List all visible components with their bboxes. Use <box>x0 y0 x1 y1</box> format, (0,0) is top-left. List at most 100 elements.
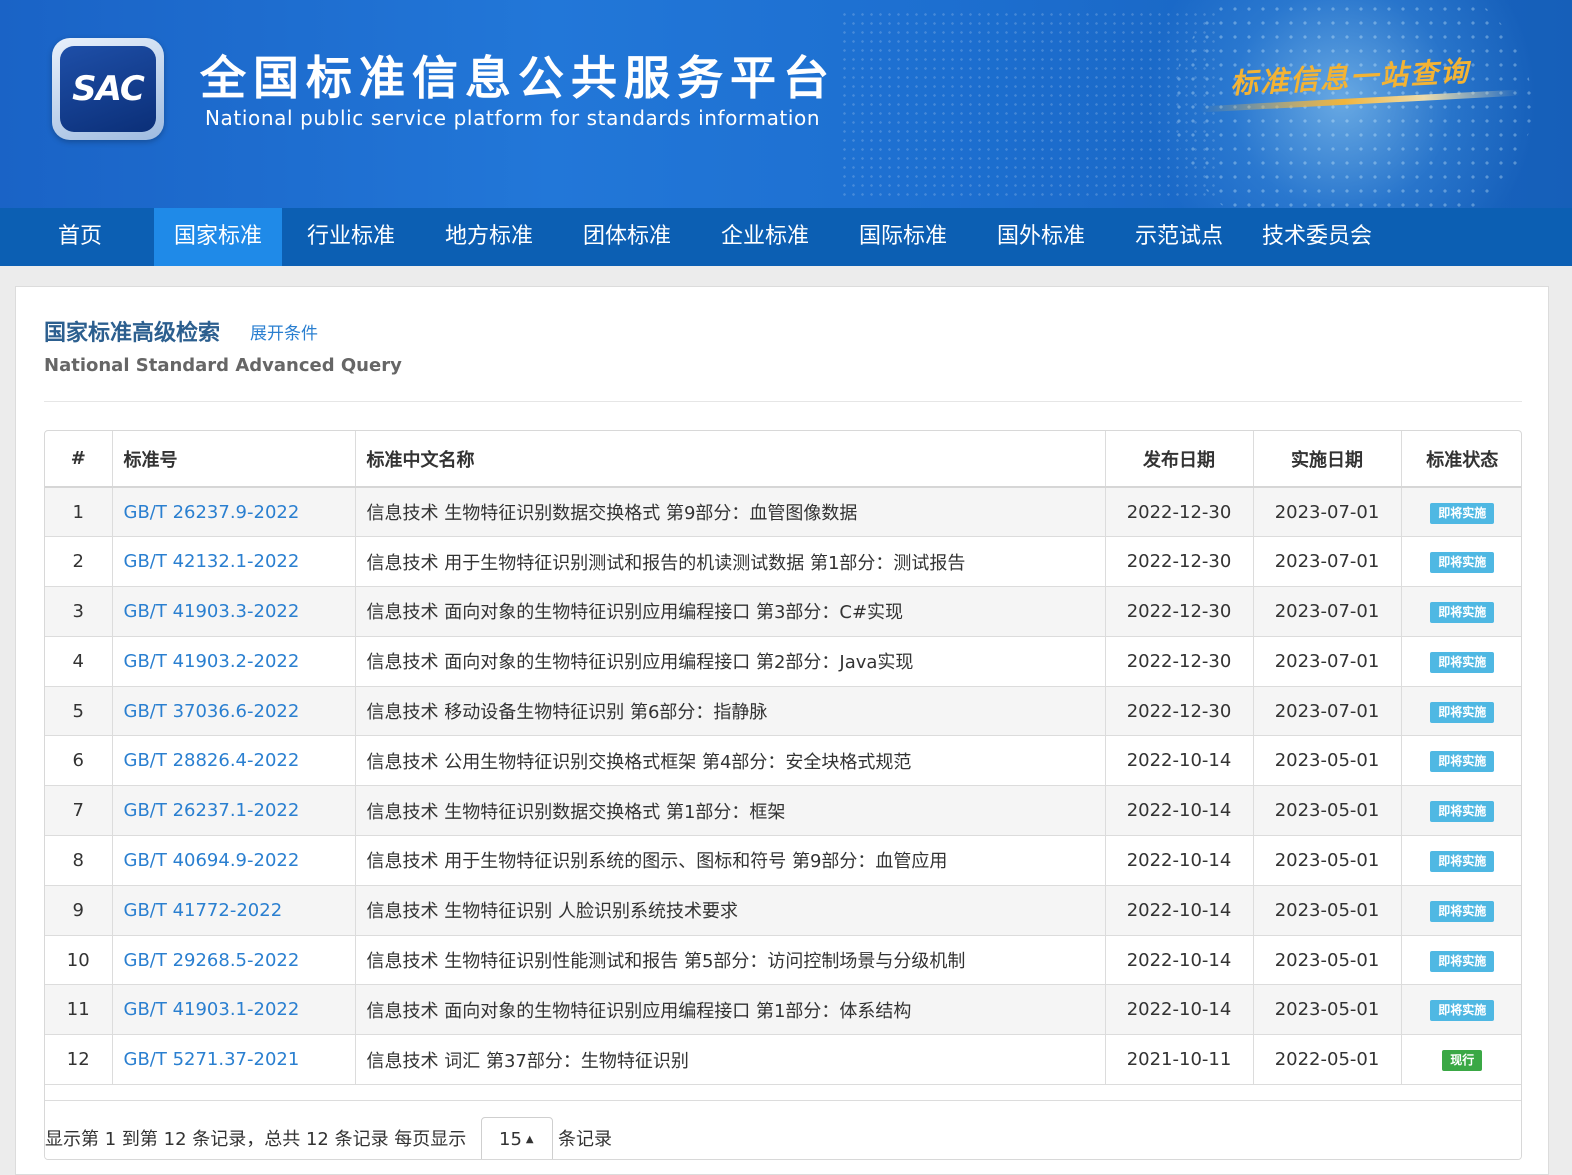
status-badge: 即将实施 <box>1430 651 1495 673</box>
row-index: 9 <box>45 885 113 936</box>
standard-code-link[interactable]: GB/T 40694.9-2022 <box>124 850 300 871</box>
row-name: 信息技术 词汇 第37部分：生物特征识别 <box>355 1034 1106 1086</box>
row-status-cell: 即将实施 <box>1401 487 1521 538</box>
page-title: 国家标准高级检索 <box>44 321 221 346</box>
logo-text: SAC <box>72 69 145 109</box>
nav-item-national-standards[interactable]: 国家标准 <box>154 208 282 266</box>
row-status-cell: 即将实施 <box>1401 885 1521 936</box>
row-implement-date: 2023-05-01 <box>1253 885 1402 936</box>
row-status-cell: 即将实施 <box>1401 735 1521 787</box>
row-index: 8 <box>45 835 113 886</box>
nav-item-group-standards[interactable]: 团体标准 <box>558 208 696 266</box>
standard-code-link[interactable]: GB/T 26237.1-2022 <box>124 800 300 821</box>
row-publish-date: 2022-10-14 <box>1105 935 1254 986</box>
col-header-publish-date[interactable]: 发布日期 <box>1105 431 1254 488</box>
content-panel: 国家标准高级检索 展开条件 National Standard Advanced… <box>15 286 1549 1175</box>
row-index: 2 <box>45 536 113 588</box>
table-row: 7 GB/T 26237.1-2022 信息技术 生物特征识别数据交换格式 第1部分… <box>45 785 1521 837</box>
row-code-cell: GB/T 40694.9-2022 <box>112 835 356 886</box>
row-status-cell: 即将实施 <box>1401 935 1521 986</box>
pagination-summary: 显示第 1 到第 12 条记录，总共 12 条记录 每页显示 <box>45 1129 467 1150</box>
nav-item-foreign-standards[interactable]: 国外标准 <box>972 208 1110 266</box>
status-badge: 现行 <box>1442 1050 1483 1072</box>
standard-code-link[interactable]: GB/T 26237.9-2022 <box>124 502 300 523</box>
col-header-name[interactable]: 标准中文名称 <box>355 431 1106 488</box>
table-row: 3 GB/T 41903.3-2022 信息技术 面向对象的生物特征识别应用编程接口… <box>45 586 1521 637</box>
nav-item-technical-committees[interactable]: 技术委员会 <box>1248 208 1386 266</box>
row-code-cell: GB/T 29268.5-2022 <box>112 935 356 986</box>
pagination-bar: 显示第 1 到第 12 条记录，总共 12 条记录 每页显示 15 ▲ 条记录 <box>45 1100 1521 1159</box>
nav-item-enterprise-standards[interactable]: 企业标准 <box>696 208 834 266</box>
standard-code-link[interactable]: GB/T 42132.1-2022 <box>124 551 300 572</box>
row-code-cell: GB/T 28826.4-2022 <box>112 735 356 787</box>
site-title-cn: 全国标准信息公共服务平台 <box>200 51 836 105</box>
row-name: 信息技术 面向对象的生物特征识别应用编程接口 第1部分：体系结构 <box>355 984 1106 1036</box>
table-row: 5 GB/T 37036.6-2022 信息技术 移动设备生物特征识别 第6部分：指… <box>45 686 1521 737</box>
row-publish-date: 2022-12-30 <box>1105 536 1254 588</box>
row-code-cell: GB/T 41903.2-2022 <box>112 636 356 687</box>
row-code-cell: GB/T 37036.6-2022 <box>112 686 356 737</box>
pagination-suffix: 条记录 <box>558 1129 612 1150</box>
status-badge: 即将实施 <box>1430 502 1495 524</box>
results-table: # 标准号 标准中文名称 发布日期 实施日期 标准状态 1 GB/T 26237.… <box>45 431 1521 1086</box>
nav-item-industry-standards[interactable]: 行业标准 <box>282 208 420 266</box>
row-index: 7 <box>45 785 113 837</box>
row-implement-date: 2023-07-01 <box>1253 536 1402 588</box>
row-implement-date: 2023-07-01 <box>1253 487 1402 538</box>
row-index: 1 <box>45 487 113 538</box>
row-publish-date: 2022-12-30 <box>1105 487 1254 538</box>
row-name: 信息技术 移动设备生物特征识别 第6部分：指静脉 <box>355 686 1106 737</box>
table-body: 1 GB/T 26237.9-2022 信息技术 生物特征识别数据交换格式 第9部分… <box>45 487 1521 1086</box>
table-row: 4 GB/T 41903.2-2022 信息技术 面向对象的生物特征识别应用编程接口… <box>45 636 1521 687</box>
row-status-cell: 现行 <box>1401 1034 1521 1086</box>
table-header-row: # 标准号 标准中文名称 发布日期 实施日期 标准状态 <box>45 431 1521 488</box>
nav-item-local-standards[interactable]: 地方标准 <box>420 208 558 266</box>
divider <box>44 401 1522 402</box>
status-badge: 即将实施 <box>1430 801 1495 823</box>
row-index: 10 <box>45 935 113 986</box>
standard-code-link[interactable]: GB/T 29268.5-2022 <box>124 950 300 971</box>
row-implement-date: 2023-05-01 <box>1253 835 1402 886</box>
row-index: 5 <box>45 686 113 737</box>
standard-code-link[interactable]: GB/T 41903.2-2022 <box>124 651 300 672</box>
table-row: 1 GB/T 26237.9-2022 信息技术 生物特征识别数据交换格式 第9部分… <box>45 487 1521 538</box>
col-header-code[interactable]: 标准号 <box>112 431 356 488</box>
col-header-implement-date[interactable]: 实施日期 <box>1253 431 1402 488</box>
table-row: 8 GB/T 40694.9-2022 信息技术 用于生物特征识别系统的图示、图标和… <box>45 835 1521 886</box>
row-implement-date: 2023-05-01 <box>1253 735 1402 787</box>
row-implement-date: 2022-05-01 <box>1253 1034 1402 1086</box>
row-status-cell: 即将实施 <box>1401 636 1521 687</box>
row-status-cell: 即将实施 <box>1401 536 1521 588</box>
row-code-cell: GB/T 41903.3-2022 <box>112 586 356 637</box>
row-implement-date: 2023-07-01 <box>1253 586 1402 637</box>
header-banner: SAC 全国标准信息公共服务平台 National public service… <box>0 0 1572 208</box>
caret-up-icon: ▲ <box>525 1134 534 1145</box>
standard-code-link[interactable]: GB/T 41903.1-2022 <box>124 999 300 1020</box>
nav-item-international-standards[interactable]: 国际标准 <box>834 208 972 266</box>
status-badge: 即将实施 <box>1430 601 1495 623</box>
row-code-cell: GB/T 42132.1-2022 <box>112 536 356 588</box>
standard-code-link[interactable]: GB/T 37036.6-2022 <box>124 701 300 722</box>
row-publish-date: 2022-10-14 <box>1105 885 1254 936</box>
row-name: 信息技术 生物特征识别数据交换格式 第1部分：框架 <box>355 785 1106 837</box>
sac-logo[interactable]: SAC <box>52 38 164 140</box>
status-badge: 即将实施 <box>1430 701 1495 723</box>
row-code-cell: GB/T 41772-2022 <box>112 885 356 936</box>
standard-code-link[interactable]: GB/T 5271.37-2021 <box>124 1049 300 1070</box>
row-implement-date: 2023-05-01 <box>1253 984 1402 1036</box>
nav-item-pilot-demos[interactable]: 示范试点 <box>1110 208 1248 266</box>
standard-code-link[interactable]: GB/T 28826.4-2022 <box>124 750 300 771</box>
page-size-select[interactable]: 15 ▲ <box>481 1117 553 1159</box>
nav-item-home[interactable]: 首页 <box>0 208 160 266</box>
table-row: 12 GB/T 5271.37-2021 信息技术 词汇 第37部分：生物特征识别 2… <box>45 1034 1521 1086</box>
expand-conditions-link[interactable]: 展开条件 <box>250 319 318 344</box>
page-subtitle: National Standard Advanced Query <box>44 355 402 376</box>
standard-code-link[interactable]: GB/T 41772-2022 <box>124 900 283 921</box>
standard-code-link[interactable]: GB/T 41903.3-2022 <box>124 601 300 622</box>
row-status-cell: 即将实施 <box>1401 785 1521 837</box>
row-publish-date: 2022-10-14 <box>1105 735 1254 787</box>
row-name: 信息技术 生物特征识别性能测试和报告 第5部分：访问控制场景与分级机制 <box>355 935 1106 986</box>
row-status-cell: 即将实施 <box>1401 686 1521 737</box>
col-header-status[interactable]: 标准状态 <box>1401 431 1521 488</box>
col-header-index[interactable]: # <box>45 431 113 488</box>
